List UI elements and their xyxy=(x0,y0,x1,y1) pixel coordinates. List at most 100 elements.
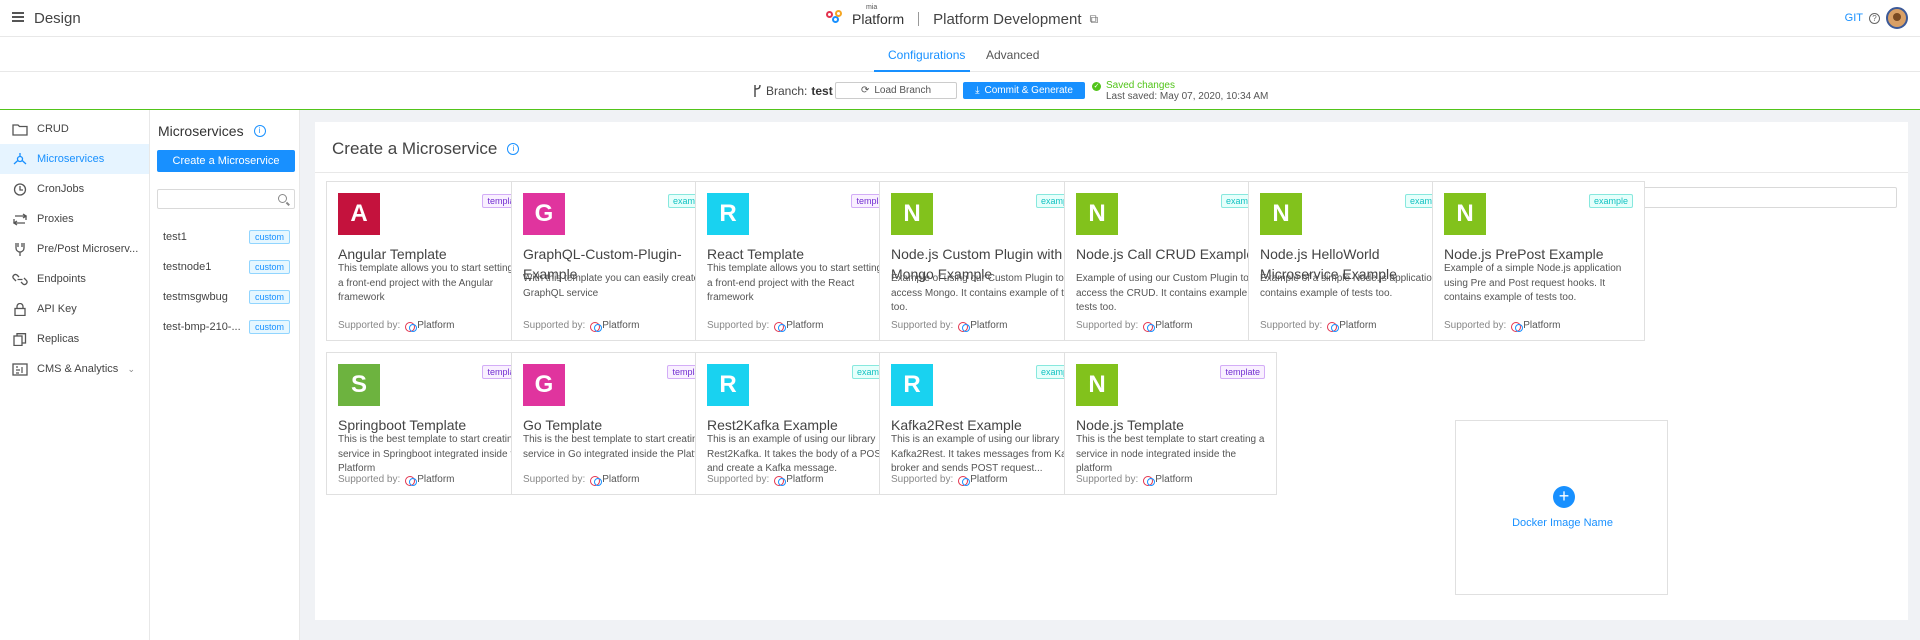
custom-badge: custom xyxy=(248,260,290,274)
load-branch-button[interactable]: ⟳ Load Branch xyxy=(835,82,957,99)
save-status: Saved changes Last saved: May 07, 2020, … xyxy=(1092,80,1268,102)
branch-indicator: Branch: test xyxy=(752,84,833,98)
cms-icon xyxy=(12,362,28,376)
list-item[interactable]: test-bmp-210-... custom xyxy=(150,312,300,342)
template-card[interactable]: Rtemplate React Template This template all… xyxy=(695,181,908,341)
template-card[interactable]: Nexample Node.js PrePost Example Example o… xyxy=(1432,181,1645,341)
template-letter-icon: N xyxy=(1076,193,1118,235)
supported-by-label: Supported by: xyxy=(1076,320,1139,331)
sidebar-item-label: CRUD xyxy=(37,123,69,135)
plug-icon xyxy=(15,242,25,256)
load-branch-label: Load Branch xyxy=(874,85,932,96)
template-card[interactable]: Nexample Node.js HelloWorld Microservice … xyxy=(1248,181,1461,341)
create-microservice-panel: Create a Microservice i Filter by types … xyxy=(315,122,1908,620)
template-name: Springboot Template xyxy=(338,417,467,433)
saved-changes-text: Saved changes xyxy=(1092,80,1268,91)
sidebar-item-cms-analytics[interactable]: CMS & Analytics ⌄ xyxy=(0,354,149,384)
create-microservice-button[interactable]: Create a Microservice xyxy=(157,150,295,172)
template-card[interactable]: Gtemplate Go Template This is the best tem… xyxy=(511,352,724,495)
supported-by: Supported by: Platform xyxy=(891,320,1008,332)
menu-icon[interactable] xyxy=(12,12,24,22)
clock-icon xyxy=(13,182,27,196)
microservice-name: test1 xyxy=(163,231,187,243)
supported-by-label: Supported by: xyxy=(338,320,401,331)
lock-icon xyxy=(14,302,26,316)
supported-by: Supported by: Platform xyxy=(1076,320,1193,332)
sidebar-item-label: Replicas xyxy=(37,333,80,345)
sidebar-item-replicas[interactable]: Replicas xyxy=(0,324,149,354)
template-card[interactable]: Stemplate Springboot Template This is the … xyxy=(326,352,539,495)
branch-icon xyxy=(754,84,761,97)
template-description: This is an example of using our library … xyxy=(707,434,887,474)
template-description: Example of a simple Node.js application.… xyxy=(1260,273,1449,299)
template-name: Node.js Template xyxy=(1076,417,1184,433)
platform-logo-icon: Platform xyxy=(405,320,455,332)
docker-image-card[interactable]: + Docker Image Name xyxy=(1455,420,1668,595)
microservices-list: test1 custom testnode1 custom testmsgwbu… xyxy=(150,222,300,342)
template-description: This template allows you to start settin… xyxy=(338,263,527,303)
supported-by: Supported by: Platform xyxy=(1076,474,1193,486)
sidebar: CRUD Microservices CronJobs Proxies Pre/… xyxy=(0,110,150,640)
commit-generate-label: Commit & Generate xyxy=(984,85,1073,96)
microservices-panel: Microservices i Create a Microservice te… xyxy=(150,110,300,640)
download-icon: ⤓ xyxy=(975,85,980,96)
list-item[interactable]: testmsgwbug custom xyxy=(150,282,300,312)
template-letter-icon: N xyxy=(1076,364,1118,406)
git-link[interactable]: GIT xyxy=(1845,12,1863,24)
microservices-search-input[interactable] xyxy=(157,189,295,209)
template-card[interactable]: Atemplate Angular Template This template a… xyxy=(326,181,539,341)
supported-by-label: Supported by: xyxy=(1444,320,1507,331)
supported-by: Supported by: Platform xyxy=(523,320,640,332)
template-description: This is an example of using our library … xyxy=(891,434,1080,474)
template-name: Node.js Call CRUD Example xyxy=(1076,246,1255,262)
branch-name: test xyxy=(811,84,833,98)
sidebar-item-cronjobs[interactable]: CronJobs xyxy=(0,174,149,204)
sidebar-item-crud[interactable]: CRUD xyxy=(0,114,149,144)
template-name: Node.js PrePost Example xyxy=(1444,246,1604,262)
custom-badge: custom xyxy=(248,320,290,334)
tab-advanced[interactable]: Advanced xyxy=(986,48,1039,62)
supported-by-label: Supported by: xyxy=(523,474,586,485)
docker-image-label: Docker Image Name xyxy=(1512,517,1613,529)
template-description: This is the best template to start creat… xyxy=(523,434,715,460)
template-type-tag: example xyxy=(1588,194,1633,208)
platform-logo-icon: Platform xyxy=(405,474,455,486)
sidebar-item-proxies[interactable]: Proxies xyxy=(0,204,149,234)
external-link-icon[interactable]: ⧉ xyxy=(1090,12,1099,27)
sidebar-item-prepost[interactable]: Pre/Post Microserv... xyxy=(0,234,149,264)
sidebar-item-microservices[interactable]: Microservices xyxy=(0,144,149,174)
plus-icon: + xyxy=(1553,486,1575,508)
commit-generate-button[interactable]: ⤓ Commit & Generate xyxy=(963,82,1085,99)
proxy-icon xyxy=(12,212,28,226)
template-type-tag: template xyxy=(1220,365,1265,379)
info-icon[interactable]: i xyxy=(507,143,520,155)
sidebar-item-label: CMS & Analytics xyxy=(37,363,119,375)
tab-configurations[interactable]: Configurations xyxy=(888,48,965,62)
platform-logo-text: mia Platform xyxy=(852,4,905,27)
template-card[interactable]: Gexample GraphQL-Custom-Plugin-Example Wit… xyxy=(511,181,724,341)
template-card[interactable]: Nexample Node.js Custom Plugin with Mongo… xyxy=(879,181,1092,341)
template-card[interactable]: Rexample Kafka2Rest Example This is an exa… xyxy=(879,352,1092,495)
template-card[interactable]: Nexample Node.js Call CRUD Example Example… xyxy=(1064,181,1277,341)
template-card[interactable]: Rexample Rest2Kafka Example This is an exa… xyxy=(695,352,908,495)
template-name: Rest2Kafka Example xyxy=(707,417,838,433)
sidebar-item-endpoints[interactable]: Endpoints xyxy=(0,264,149,294)
chevron-down-icon[interactable]: ⌄ xyxy=(127,364,135,375)
template-letter-icon: N xyxy=(1260,193,1302,235)
info-icon[interactable]: i xyxy=(253,125,266,137)
supported-by-label: Supported by: xyxy=(891,320,954,331)
sidebar-item-label: Pre/Post Microserv... xyxy=(37,243,139,255)
help-icon[interactable]: ? xyxy=(1869,12,1880,24)
supported-by: Supported by: Platform xyxy=(1260,320,1377,332)
template-description: This template allows you to start settin… xyxy=(707,263,896,303)
avatar[interactable] xyxy=(1886,7,1908,29)
sidebar-item-label: Proxies xyxy=(37,213,74,225)
template-card[interactable]: Ntemplate Node.js Template This is the bes… xyxy=(1064,352,1277,495)
custom-badge: custom xyxy=(248,290,290,304)
sidebar-item-apikey[interactable]: API Key xyxy=(0,294,149,324)
list-item[interactable]: test1 custom xyxy=(150,222,300,252)
platform-logo-icon: Platform xyxy=(590,474,640,486)
template-letter-icon: G xyxy=(523,193,565,235)
list-item[interactable]: testnode1 custom xyxy=(150,252,300,282)
supported-by-label: Supported by: xyxy=(1076,474,1139,485)
